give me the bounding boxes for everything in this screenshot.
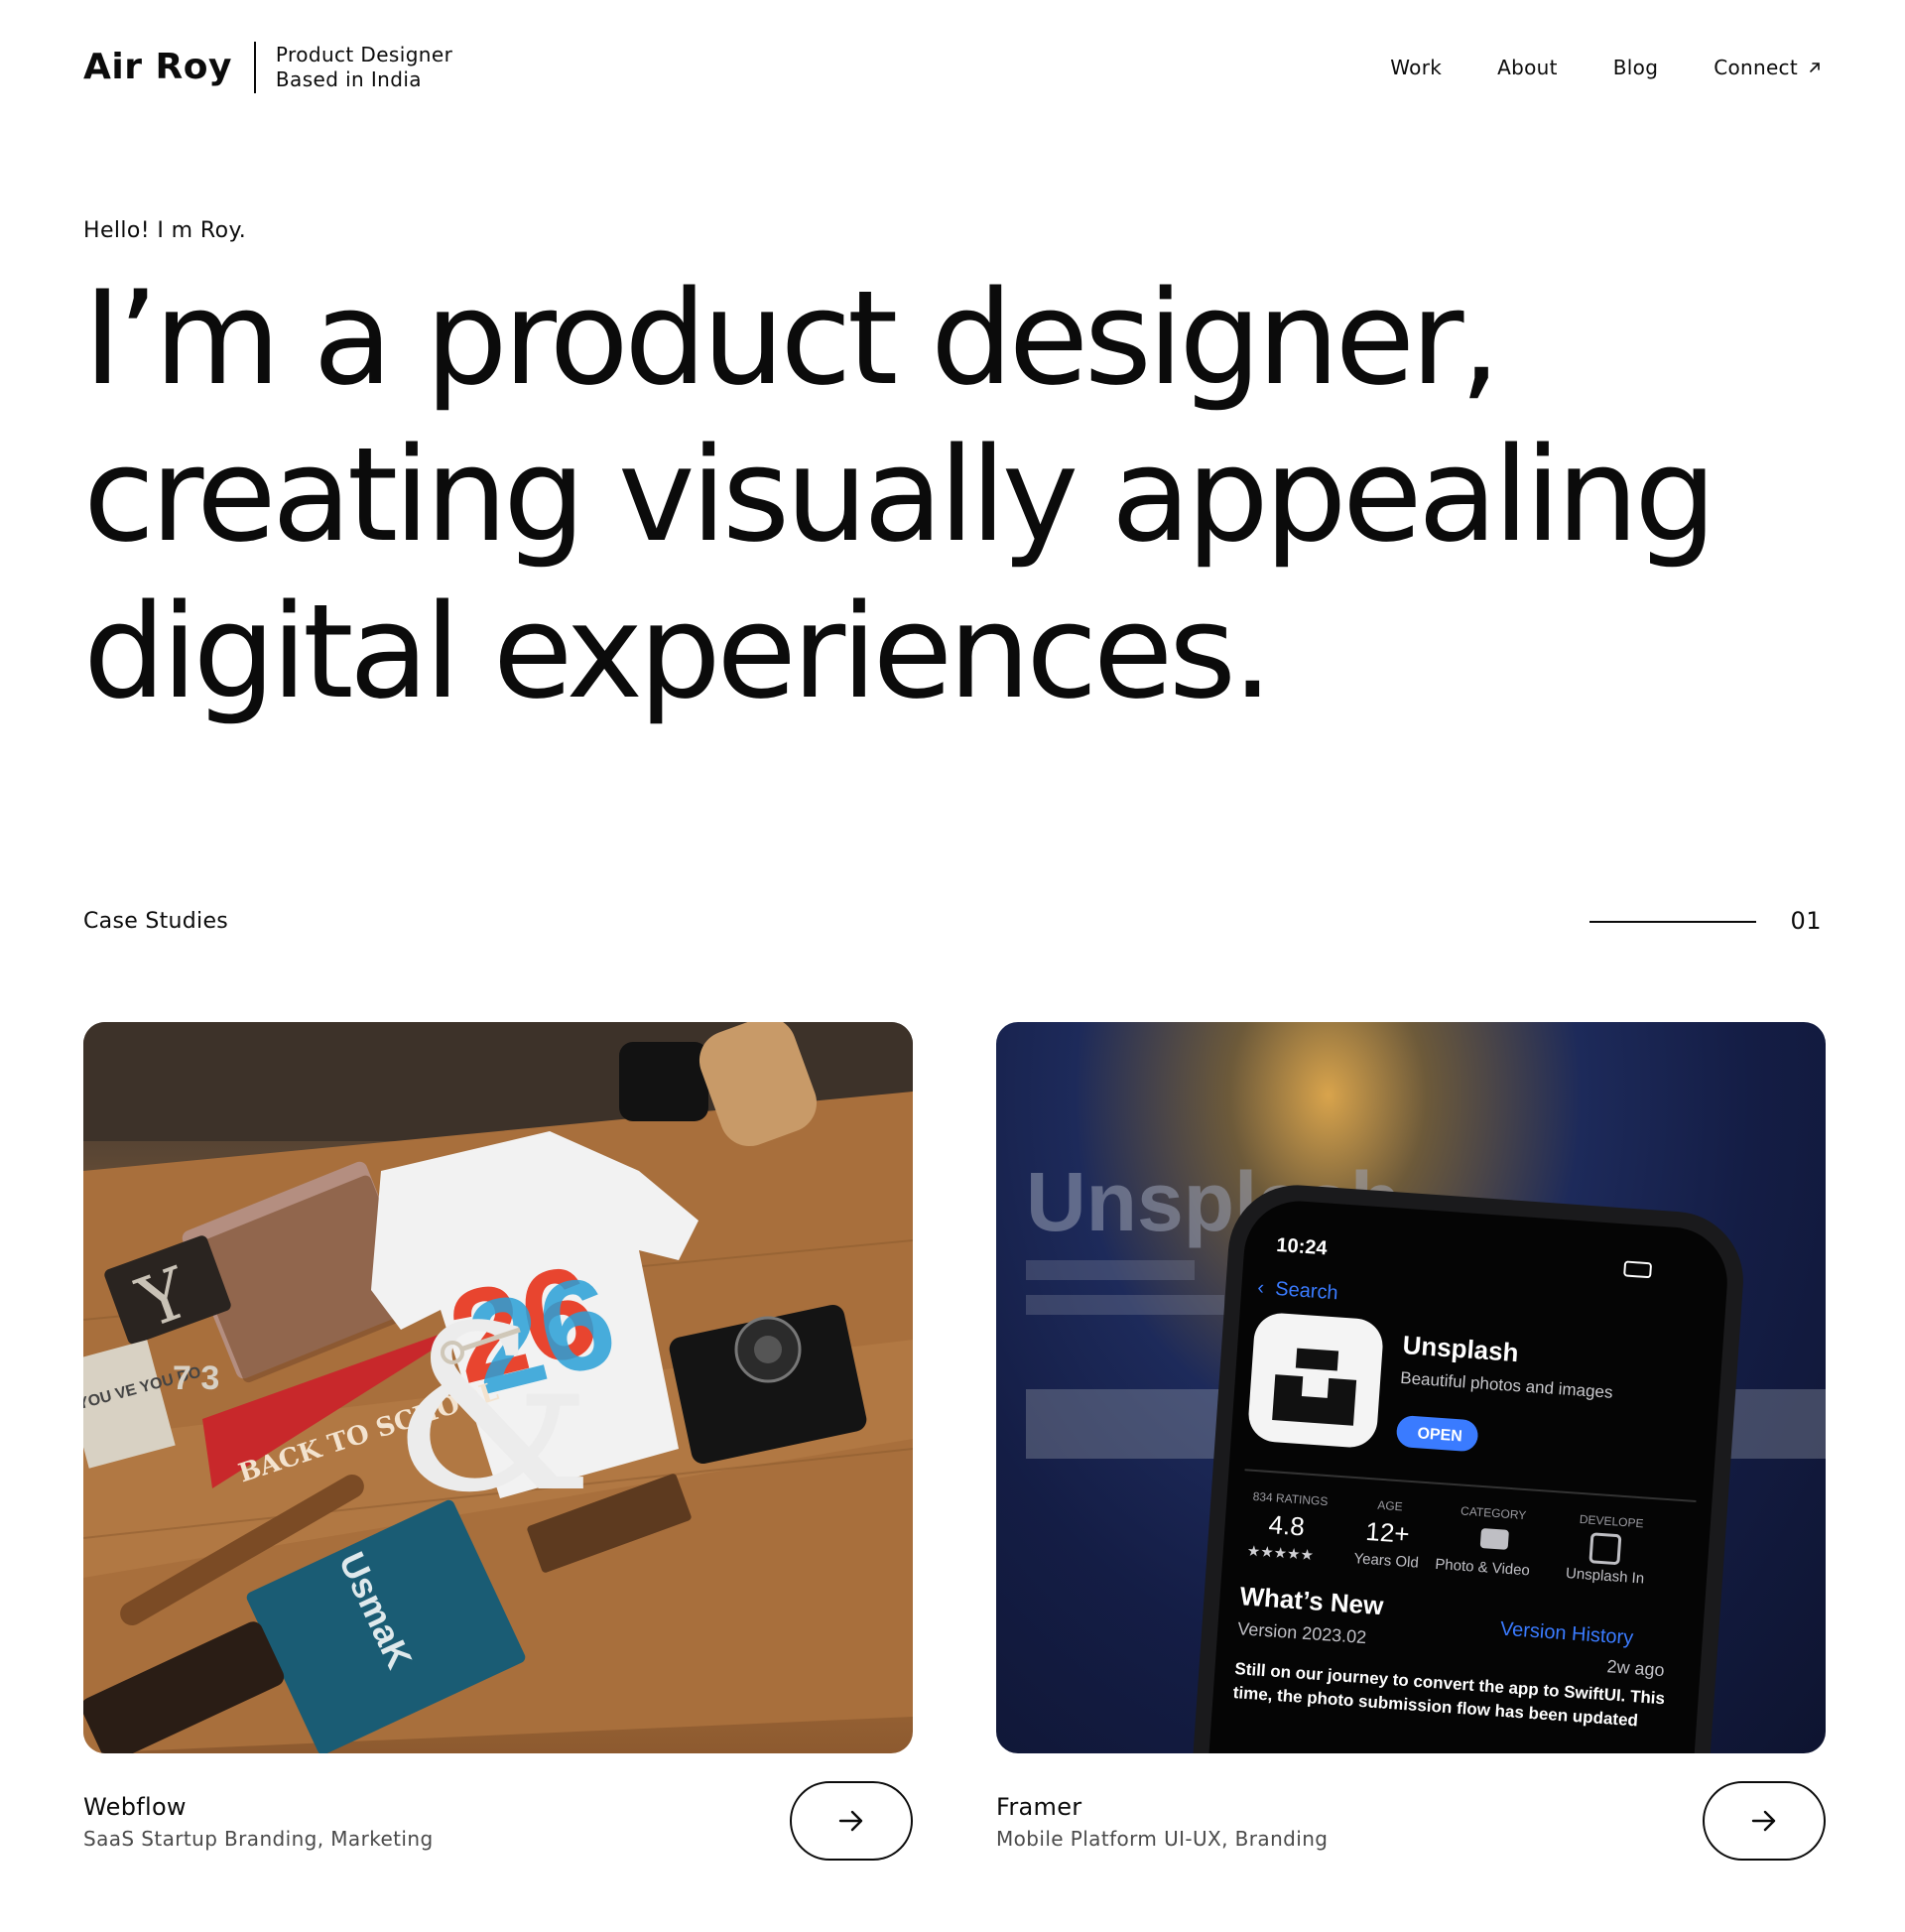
tagline-role: Product Designer bbox=[275, 43, 453, 66]
case-study-card-webflow[interactable]: 26 26 Y YOU VE YOU DO 7 3 BACK TO SCHOOL… bbox=[83, 1022, 913, 1870]
section-divider-line bbox=[1589, 921, 1756, 923]
phone-app-illustration: Unsplash 10:24 ‹ Search Unsplash Beautif… bbox=[1026, 1155, 1826, 1753]
arrow-up-right-icon bbox=[1810, 63, 1820, 72]
case-study-image-webflow[interactable]: 26 26 Y YOU VE YOU DO 7 3 BACK TO SCHOOL… bbox=[83, 1022, 913, 1753]
case-study-subtitle: Mobile Platform UI-UX, Branding bbox=[996, 1827, 1329, 1851]
brand-divider bbox=[253, 42, 256, 93]
nav-connect-label: Connect bbox=[1714, 56, 1798, 79]
section-index: 01 bbox=[1790, 907, 1822, 935]
rating-value: 4.8 bbox=[1268, 1509, 1306, 1541]
tagline-location: Based in India bbox=[275, 67, 422, 91]
case-study-open-button[interactable] bbox=[1703, 1781, 1826, 1861]
phone-time: 10:24 bbox=[1276, 1234, 1329, 1260]
age-value: 12+ bbox=[1365, 1516, 1411, 1549]
brand: Air Roy Product Designer Based in India bbox=[83, 40, 452, 95]
nav-connect[interactable]: Connect bbox=[1714, 56, 1822, 79]
wood-numbers: 7 3 bbox=[173, 1359, 219, 1397]
age-label: AGE bbox=[1377, 1498, 1403, 1514]
main-nav: Work About Blog Connect bbox=[1390, 40, 1822, 95]
hero-line-2: creating visually appealing bbox=[83, 419, 1716, 571]
case-study-image-framer[interactable]: Unsplash 10:24 ‹ Search Unsplash Beautif… bbox=[996, 1022, 1826, 1753]
hero-greeting: Hello! I m Roy. bbox=[83, 218, 247, 243]
mug bbox=[619, 1042, 708, 1121]
hero-line-1: I’m a product designer, bbox=[83, 262, 1501, 414]
app-open-button: OPEN bbox=[1417, 1425, 1462, 1445]
case-study-meta: Framer Mobile Platform UI-UX, Branding bbox=[996, 1781, 1826, 1870]
hero-headline: I’m a product designer, creating visuall… bbox=[83, 260, 1830, 730]
site-header: Air Roy Product Designer Based in India … bbox=[83, 40, 1822, 95]
phone-back-link: Search bbox=[1275, 1278, 1339, 1304]
section-title: Case Studies bbox=[83, 909, 229, 934]
brand-logo[interactable]: Air Roy bbox=[83, 50, 232, 85]
desk-flatlay-illustration: 26 26 Y YOU VE YOU DO 7 3 BACK TO SCHOOL… bbox=[83, 1022, 913, 1753]
case-study-open-button[interactable] bbox=[790, 1781, 913, 1861]
arrow-right-icon bbox=[1751, 1810, 1776, 1832]
nav-about[interactable]: About bbox=[1497, 56, 1558, 79]
phone: 10:24 ‹ Search Unsplash Beautiful photos… bbox=[1191, 1185, 1743, 1753]
case-study-meta: Webflow SaaS Startup Branding, Marketing bbox=[83, 1781, 913, 1870]
nav-work[interactable]: Work bbox=[1390, 56, 1442, 79]
ampersand: & bbox=[391, 1278, 594, 1543]
hero-line-3: digital experiences. bbox=[83, 576, 1273, 727]
arrow-right-icon bbox=[838, 1810, 863, 1832]
case-study-subtitle: SaaS Startup Branding, Marketing bbox=[83, 1827, 434, 1851]
nav-blog[interactable]: Blog bbox=[1613, 56, 1658, 79]
version-age: 2w ago bbox=[1606, 1656, 1665, 1680]
case-study-title[interactable]: Framer bbox=[996, 1793, 1081, 1821]
case-study-card-framer[interactable]: Unsplash 10:24 ‹ Search Unsplash Beautif… bbox=[996, 1022, 1826, 1870]
brand-tagline: Product Designer Based in India bbox=[276, 43, 452, 92]
case-studies-header: Case Studies 01 bbox=[83, 903, 1822, 943]
case-study-title[interactable]: Webflow bbox=[83, 1793, 187, 1821]
